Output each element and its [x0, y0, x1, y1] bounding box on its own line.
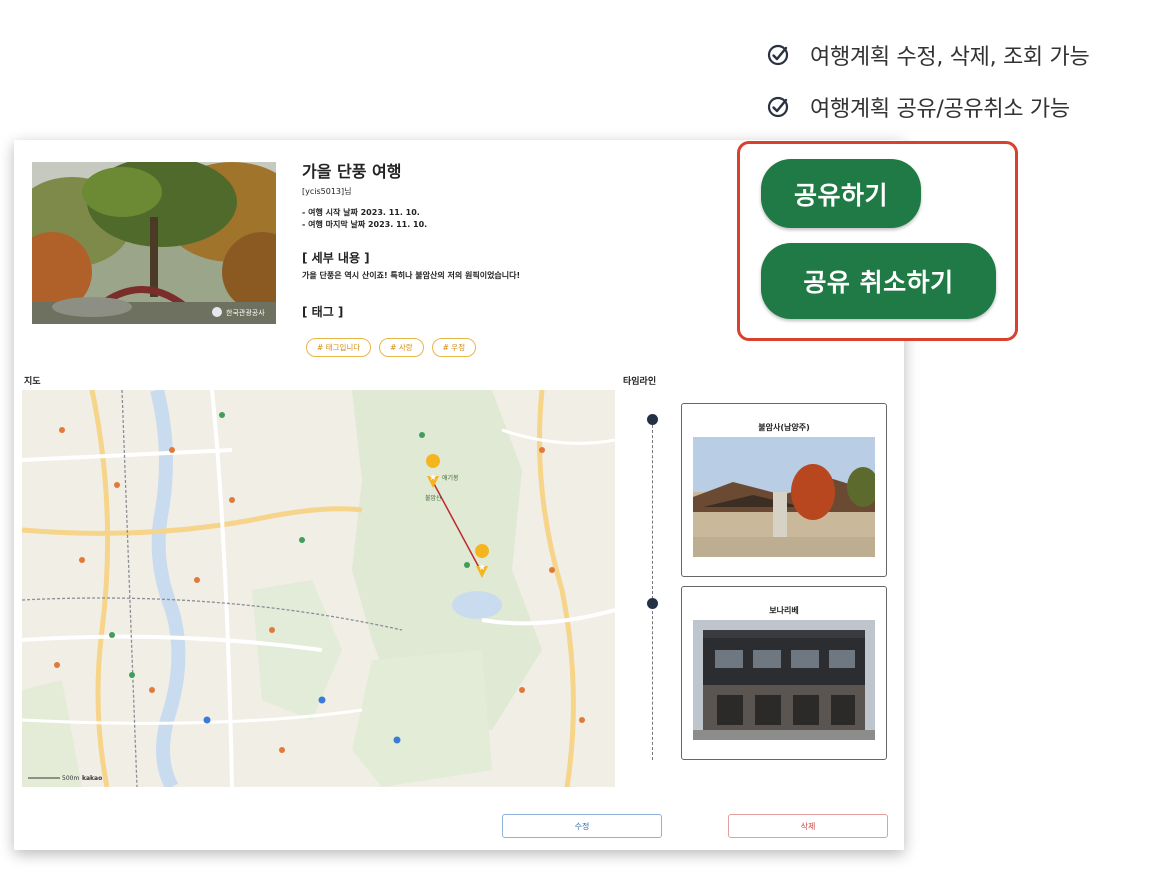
- svg-text:★: ★: [429, 473, 437, 483]
- share-button[interactable]: 공유하기: [761, 159, 921, 228]
- unshare-button[interactable]: 공유 취소하기: [761, 243, 996, 319]
- route-map[interactable]: ★ ★ 애기봉 불암산 500m kakao: [22, 390, 615, 787]
- timeline-dot: [647, 414, 658, 425]
- svg-text:★: ★: [478, 563, 486, 573]
- check-circle-icon: [767, 96, 789, 118]
- plan-user: [ycis5013]님: [302, 187, 352, 196]
- map-marker-label: 애기봉: [442, 474, 459, 482]
- timeline-item-photo: [693, 620, 875, 740]
- map-provider: kakao: [82, 775, 102, 782]
- feature-item: 여행계획 수정, 삭제, 조회 가능: [766, 38, 1090, 72]
- tag-chip[interactable]: # 태그입니다: [306, 338, 372, 357]
- edit-button[interactable]: 수정: [502, 814, 662, 838]
- detail-heading: [ 세부 내용 ]: [302, 251, 370, 265]
- detail-text: 가을 단풍은 역시 산이죠! 특히나 불암산의 저의 원픽이었습니다!: [302, 271, 521, 280]
- feature-item: 여행계획 공유/공유취소 가능: [766, 90, 1089, 124]
- timeline-label: 타임라인: [623, 377, 657, 387]
- tag-list: # 태그입니다 # 사랑 # 우정: [306, 338, 477, 357]
- timeline-item-name: 보나리베: [769, 606, 799, 615]
- share-panel: 공유하기 공유 취소하기: [737, 141, 1018, 341]
- map-scale: 500m: [62, 775, 79, 782]
- plan-title: 가을 단풍 여행: [302, 162, 402, 181]
- feature-label: 여행계획 수정, 삭제, 조회 가능: [810, 45, 1090, 70]
- timeline-item-name: 불암사(남양주): [758, 423, 810, 432]
- plan-end-date: - 여행 마지막 날짜 2023. 11. 10.: [302, 220, 428, 229]
- map-label: 지도: [24, 377, 41, 387]
- feature-list: 여행계획 수정, 삭제, 조회 가능 여행계획 공유/공유취소 가능: [766, 38, 1090, 142]
- timeline-item-photo: [693, 437, 875, 557]
- timeline-line: [652, 420, 653, 760]
- feature-label: 여행계획 공유/공유취소 가능: [810, 97, 1070, 122]
- photo-watermark: 한국관광공사: [226, 308, 265, 317]
- timeline-item[interactable]: 불암사(남양주): [681, 403, 887, 577]
- timeline-dot: [647, 598, 658, 609]
- check-circle-icon: [767, 44, 789, 66]
- tag-chip[interactable]: # 우정: [431, 338, 477, 357]
- plan-dates: - 여행 시작 날짜 2023. 11. 10. - 여행 마지막 날짜 202…: [302, 207, 722, 231]
- delete-button[interactable]: 삭제: [728, 814, 888, 838]
- plan-info: 가을 단풍 여행 [ycis5013]님 - 여행 시작 날짜 2023. 11…: [302, 158, 722, 320]
- plan-photo: 한국관광공사: [32, 162, 276, 324]
- plan-start-date: - 여행 시작 날짜 2023. 11. 10.: [302, 208, 420, 217]
- map-marker-label: 불암산: [425, 494, 442, 502]
- tag-chip[interactable]: # 사랑: [379, 338, 424, 357]
- timeline-item[interactable]: 보나리베: [681, 586, 887, 760]
- tag-heading: [ 태그 ]: [302, 305, 344, 319]
